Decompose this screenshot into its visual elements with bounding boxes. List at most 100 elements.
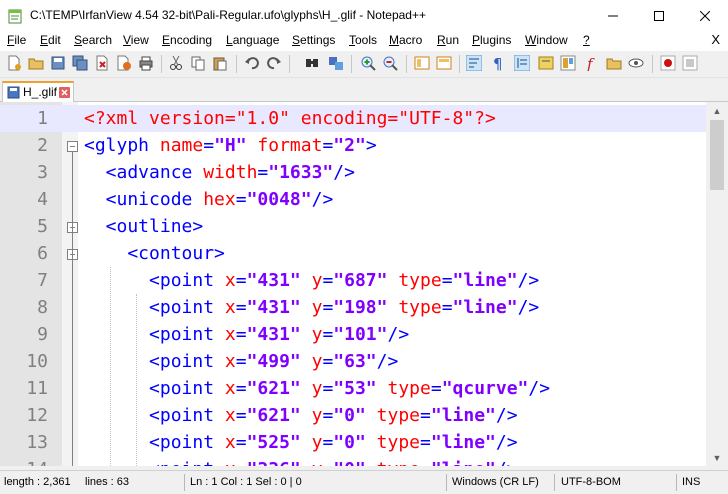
- close-button[interactable]: [682, 0, 728, 31]
- line-number: 9: [37, 324, 48, 345]
- tab-close-icon[interactable]: [59, 87, 70, 98]
- sync-horizontal-icon[interactable]: [436, 55, 452, 71]
- code-text: <?xml version="1.0" encoding="UTF-8"?>: [84, 108, 496, 129]
- vertical-scrollbar[interactable]: ▲ ▼: [706, 102, 728, 466]
- close-document-button[interactable]: X: [711, 32, 720, 47]
- notepadpp-app-icon[interactable]: [8, 8, 22, 24]
- menu-file[interactable]: File: [7, 33, 26, 47]
- maximize-icon: [654, 10, 664, 21]
- code-text: <unicode hex="0048"/>: [84, 189, 334, 210]
- open-file-icon[interactable]: [28, 55, 44, 71]
- code-line[interactable]: 12 <point x="621" y="0" type="line"/>: [0, 402, 706, 429]
- line-number: 7: [37, 270, 48, 291]
- svg-text:¶: ¶: [493, 55, 503, 71]
- show-all-characters-icon[interactable]: ¶: [490, 55, 506, 71]
- menu-tools[interactable]: Tools: [349, 33, 377, 47]
- start-recording-icon[interactable]: [660, 55, 676, 71]
- menu-view-mnemonic: V: [123, 33, 131, 47]
- line-number: 6: [37, 243, 48, 264]
- menu-plugins-label: lugins: [480, 33, 512, 47]
- editor[interactable]: 1 <?xml version="1.0" encoding="UTF-8"?> 2…: [0, 102, 706, 466]
- close-icon: [700, 10, 710, 21]
- code-text: <advance width="1633"/>: [84, 162, 355, 183]
- document-map-icon[interactable]: [560, 55, 576, 71]
- maximize-button[interactable]: [636, 0, 682, 31]
- toolbar-separator: [652, 55, 653, 73]
- code-text: <point x="525" y="0" type="line"/>: [84, 432, 518, 453]
- save-all-icon[interactable]: [72, 55, 88, 71]
- sync-vertical-icon[interactable]: [414, 55, 430, 71]
- toolbar-separator: [406, 55, 407, 73]
- line-number: 13: [26, 432, 48, 453]
- zoom-in-icon[interactable]: [360, 55, 376, 71]
- copy-icon[interactable]: [190, 55, 206, 71]
- line-number: 5: [37, 216, 48, 237]
- folder-as-workspace-icon[interactable]: [606, 55, 622, 71]
- code-text: <contour>: [84, 243, 225, 264]
- code-line[interactable]: 3 <advance width="1633"/>: [0, 159, 706, 186]
- menu-help-mnemonic: ?: [583, 33, 590, 47]
- close-all-icon[interactable]: [116, 55, 132, 71]
- code-line[interactable]: 4 <unicode hex="0048"/>: [0, 186, 706, 213]
- menu-settings[interactable]: Settings: [292, 33, 335, 47]
- print-icon[interactable]: [138, 55, 154, 71]
- status-insert-mode[interactable]: INS: [682, 476, 700, 488]
- undo-icon[interactable]: [244, 55, 260, 71]
- status-encoding[interactable]: UTF-8-BOM: [561, 476, 621, 488]
- toolbar-separator: [459, 55, 460, 73]
- scrollbar-thumb[interactable]: [710, 120, 724, 190]
- new-file-icon[interactable]: [6, 55, 22, 71]
- menu-help[interactable]: ?: [583, 33, 590, 47]
- menu-language[interactable]: Language: [226, 33, 279, 47]
- menu-encoding[interactable]: Encoding: [162, 33, 212, 47]
- zoom-out-icon[interactable]: [382, 55, 398, 71]
- code-line[interactable]: 11 <point x="621" y="53" type="qcurve"/>: [0, 375, 706, 402]
- code-line[interactable]: 13 <point x="525" y="0" type="line"/>: [0, 429, 706, 456]
- redo-icon[interactable]: [266, 55, 282, 71]
- scroll-down-arrow-icon[interactable]: ▼: [706, 449, 728, 466]
- line-number: 4: [37, 189, 48, 210]
- find-icon[interactable]: [304, 55, 320, 71]
- menu-macro[interactable]: Macro: [389, 33, 422, 47]
- menu-run[interactable]: Run: [437, 33, 459, 47]
- code-line[interactable]: 8 <point x="431" y="198" type="line"/>: [0, 294, 706, 321]
- monitoring-icon[interactable]: [628, 55, 644, 71]
- line-number: 3: [37, 162, 48, 183]
- menu-search[interactable]: Search: [74, 33, 112, 47]
- replace-icon[interactable]: [328, 55, 344, 71]
- scroll-up-arrow-icon[interactable]: ▲: [706, 102, 728, 119]
- indent-guide-icon[interactable]: [514, 55, 530, 71]
- minimize-button[interactable]: [590, 0, 636, 31]
- function-list-icon[interactable]: f: [584, 55, 600, 71]
- window-title: C:\TEMP\IrfanView 4.54 32-bit\Pali-Regul…: [30, 8, 426, 22]
- svg-text:f: f: [586, 55, 595, 71]
- menu-window[interactable]: Window: [525, 33, 568, 47]
- paste-icon[interactable]: [212, 55, 228, 71]
- code-line[interactable]: 7 <point x="431" y="687" type="line"/>: [0, 267, 706, 294]
- word-wrap-icon[interactable]: [466, 55, 482, 71]
- save-icon[interactable]: [50, 55, 66, 71]
- menu-plugins[interactable]: Plugins: [472, 33, 511, 47]
- code-line[interactable]: 14 <point x="336" y="0" type="line"/>: [0, 456, 706, 466]
- code-line[interactable]: 10 <point x="499" y="63"/>: [0, 348, 706, 375]
- user-language-icon[interactable]: [538, 55, 554, 71]
- close-file-icon[interactable]: [94, 55, 110, 71]
- code-line[interactable]: 5 <outline>: [0, 213, 706, 240]
- code-text: <point x="621" y="53" type="qcurve"/>: [84, 378, 551, 399]
- title-bar: C:\TEMP\IrfanView 4.54 32-bit\Pali-Regul…: [0, 0, 728, 31]
- status-eol[interactable]: Windows (CR LF): [452, 476, 539, 488]
- tab-h-glif[interactable]: H_.glif: [2, 81, 74, 103]
- stop-recording-icon[interactable]: [682, 55, 698, 71]
- code-text: <glyph name="H" format="2">: [84, 135, 377, 156]
- saved-file-icon: [7, 86, 20, 99]
- minimize-icon: [608, 15, 618, 16]
- fold-toggle-icon[interactable]: [67, 141, 78, 152]
- code-line[interactable]: 1 <?xml version="1.0" encoding="UTF-8"?>: [0, 105, 706, 132]
- menu-view[interactable]: View: [123, 33, 149, 47]
- code-line[interactable]: 2 <glyph name="H" format="2">: [0, 132, 706, 159]
- menu-edit[interactable]: Edit: [40, 33, 61, 47]
- code-line[interactable]: 9 <point x="431" y="101"/>: [0, 321, 706, 348]
- code-line[interactable]: 6 <contour>: [0, 240, 706, 267]
- cut-icon[interactable]: [168, 55, 184, 71]
- menu-encoding-label: ncoding: [170, 33, 213, 47]
